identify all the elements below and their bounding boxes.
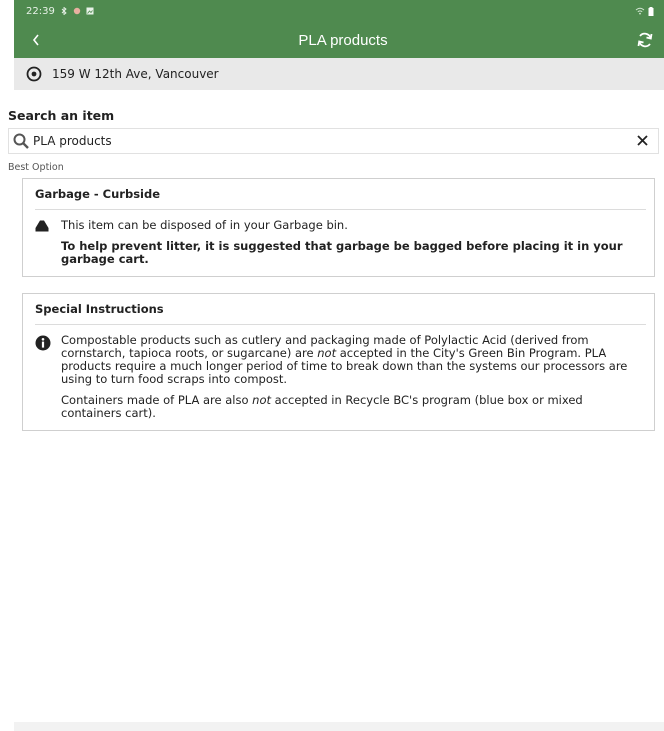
- notification-icon: [73, 7, 81, 15]
- bluetooth-icon: [61, 7, 67, 15]
- app-bar: PLA products: [14, 22, 664, 58]
- search-icon: [13, 133, 29, 149]
- wifi-icon: [635, 7, 645, 15]
- garbage-card-title: Garbage - Curbside: [35, 187, 646, 210]
- refresh-button[interactable]: [634, 29, 656, 51]
- special-instructions-title: Special Instructions: [35, 302, 646, 325]
- close-icon: [637, 135, 648, 146]
- back-button[interactable]: [32, 31, 52, 50]
- garbage-litter-tip: To help prevent litter, it is suggested …: [61, 239, 623, 266]
- app-frame: 22:39 PLA products 159 W 12th Ave, Vanco…: [8, 0, 664, 731]
- address-text: 159 W 12th Ave, Vancouver: [52, 67, 219, 81]
- status-time: 22:39: [26, 5, 55, 17]
- location-pin-icon: [26, 66, 42, 82]
- image-icon: [86, 7, 94, 15]
- special-instructions-paragraph-2: Containers made of PLA are also not acce…: [61, 393, 583, 420]
- chevron-left-icon: [32, 34, 39, 45]
- page-title: PLA products: [298, 31, 388, 49]
- search-box[interactable]: [8, 128, 659, 154]
- search-input[interactable]: [29, 133, 637, 149]
- status-bar: 22:39: [14, 0, 664, 22]
- search-label: Search an item: [8, 108, 115, 123]
- garbage-card[interactable]: Garbage - Curbside This item can be disp…: [22, 178, 655, 277]
- garbage-bin-icon: [35, 220, 49, 232]
- info-icon: [35, 335, 51, 351]
- refresh-icon: [637, 32, 653, 48]
- special-instructions-paragraph-1: Compostable products such as cutlery and…: [61, 333, 628, 386]
- address-bar[interactable]: 159 W 12th Ave, Vancouver: [14, 58, 664, 90]
- battery-icon: [648, 6, 654, 16]
- best-option-label: Best Option: [8, 162, 64, 173]
- garbage-disposal-text: This item can be disposed of in your Gar…: [61, 218, 348, 232]
- clear-search-button[interactable]: [637, 132, 648, 150]
- special-instructions-card[interactable]: Special Instructions Compostable product…: [22, 293, 655, 431]
- bottom-navigation-bar: [14, 722, 664, 731]
